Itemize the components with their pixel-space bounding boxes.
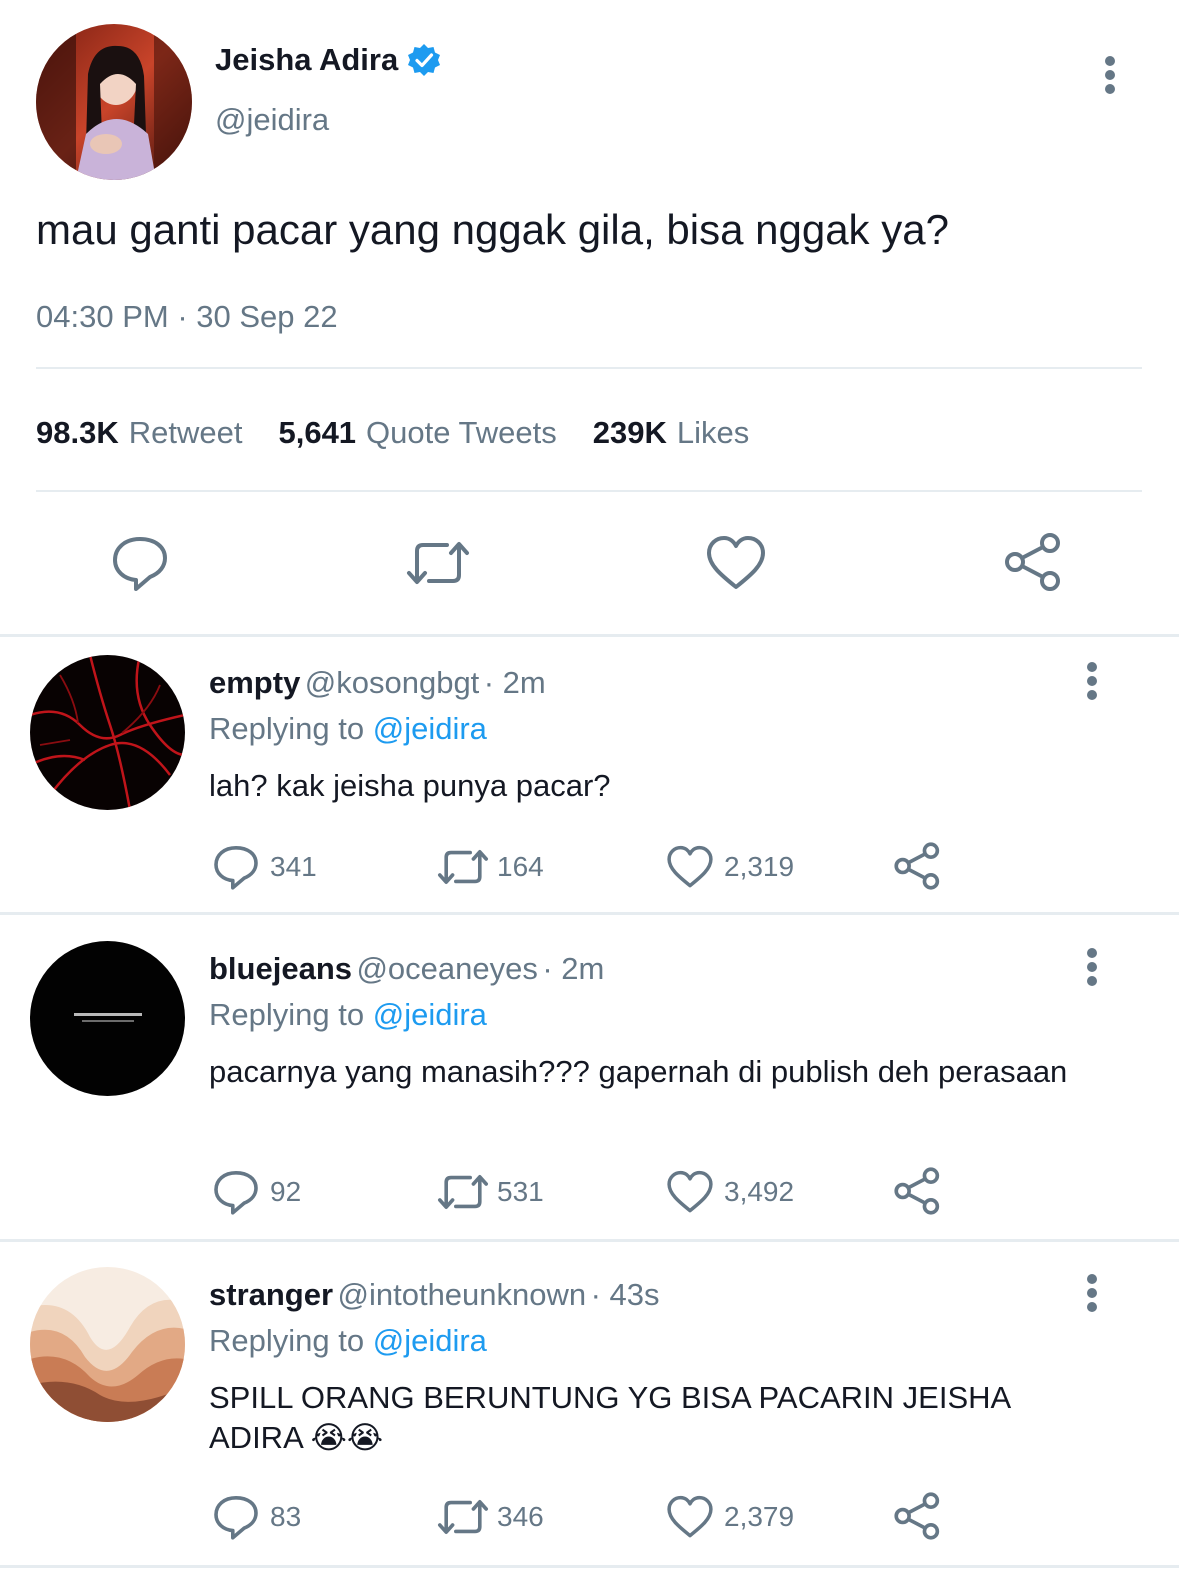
share-icon[interactable]: [1003, 531, 1065, 598]
divider: [36, 490, 1142, 492]
reply-avatar[interactable]: [30, 655, 185, 810]
reply-text: SPILL ORANG BERUNTUNG YG BISA PACARIN JE…: [209, 1380, 1010, 1455]
like-button[interactable]: 2,379: [666, 1493, 794, 1541]
likes-count[interactable]: 239K: [593, 415, 667, 451]
like-count: 2,319: [724, 851, 795, 882]
retweet-icon: [438, 1175, 488, 1209]
like-button[interactable]: 3,492: [666, 1168, 794, 1216]
tweet-stats: 98.3K Retweet 5,641 Quote Tweets 239K Li…: [36, 415, 785, 451]
reply-count: 83: [270, 1501, 302, 1532]
quote-count[interactable]: 5,641: [278, 415, 356, 451]
replying-to-link[interactable]: @jeidira: [373, 711, 487, 746]
replying-to-label: Replying to: [209, 711, 365, 746]
replying-to-label: Replying to: [209, 1323, 365, 1358]
share-button[interactable]: [893, 1491, 943, 1541]
reply-avatar[interactable]: [30, 1267, 185, 1422]
like-button[interactable]: 2,319: [666, 843, 794, 891]
reply-author-name[interactable]: stranger: [209, 1277, 333, 1312]
replying-to-label: Replying to: [209, 997, 365, 1032]
reply-author-name[interactable]: bluejeans: [209, 951, 352, 986]
reply-icon: [214, 1496, 258, 1540]
like-icon: [667, 1495, 713, 1538]
reply-author-name[interactable]: empty: [209, 665, 300, 700]
retweet-icon[interactable]: [403, 533, 473, 598]
reply-button[interactable]: 83: [212, 1493, 301, 1541]
author-handle[interactable]: @jeidira: [215, 102, 329, 138]
share-icon: [894, 1492, 940, 1540]
retweet-button[interactable]: 164: [435, 843, 544, 891]
reply-count: 92: [270, 1176, 302, 1207]
divider: [0, 1239, 1179, 1242]
likes-label[interactable]: Likes: [677, 415, 749, 451]
like-count: 2,379: [724, 1501, 795, 1532]
tweet-time: 04:30 PM: [36, 299, 169, 334]
reply-button[interactable]: 341: [212, 843, 317, 891]
retweet-icon: [438, 850, 488, 884]
quote-label[interactable]: Quote Tweets: [366, 415, 557, 451]
more-options-icon[interactable]: [1086, 1274, 1098, 1312]
retweet-label[interactable]: Retweet: [129, 415, 243, 451]
more-options-icon[interactable]: [1086, 662, 1098, 700]
reply-icon: [214, 846, 258, 890]
reply-button[interactable]: 92: [212, 1168, 301, 1216]
reply-time: · 43s: [590, 1277, 660, 1312]
more-options-icon[interactable]: [1086, 948, 1098, 986]
share-button[interactable]: [893, 841, 943, 891]
tweet-date: 30 Sep 22: [196, 299, 338, 334]
share-icon: [894, 842, 940, 890]
reply-author-handle[interactable]: @kosongbgt: [305, 665, 480, 700]
reply-time: · 2m: [483, 665, 546, 700]
reply-icon: [214, 1171, 258, 1215]
retweet-count: 346: [497, 1501, 544, 1532]
author-avatar[interactable]: [36, 24, 192, 180]
reply-author-handle[interactable]: @intotheunknown: [338, 1277, 587, 1312]
reply-count: 341: [270, 851, 317, 882]
retweet-count[interactable]: 98.3K: [36, 415, 119, 451]
divider: [0, 634, 1179, 637]
reply-icon[interactable]: [110, 533, 170, 598]
retweet-count: 531: [497, 1176, 544, 1207]
retweet-count: 164: [497, 851, 544, 882]
like-icon: [667, 845, 713, 888]
like-icon: [667, 1170, 713, 1213]
reply-text: pacarnya yang manasih??? gapernah di pub…: [209, 1054, 1068, 1089]
retweet-icon: [438, 1500, 488, 1534]
tweet-text: mau ganti pacar yang nggak gila, bisa ng…: [36, 206, 949, 253]
like-count: 3,492: [724, 1176, 795, 1207]
share-icon: [894, 1167, 940, 1215]
retweet-button[interactable]: 531: [435, 1168, 544, 1216]
reply-time: · 2m: [542, 951, 605, 986]
replying-to: Replying to @jeidira: [209, 711, 487, 747]
divider: [0, 912, 1179, 915]
share-button[interactable]: [893, 1166, 943, 1216]
replying-to-link[interactable]: @jeidira: [373, 1323, 487, 1358]
retweet-button[interactable]: 346: [435, 1493, 544, 1541]
tweet-timestamp: 04:30 PM · 30 Sep 22: [36, 299, 338, 335]
replying-to-link[interactable]: @jeidira: [373, 997, 487, 1032]
timestamp-separator: ·: [177, 299, 188, 334]
reply-text: lah? kak jeisha punya pacar?: [209, 768, 611, 803]
like-icon[interactable]: [705, 533, 767, 598]
replying-to: Replying to @jeidira: [209, 997, 487, 1033]
divider: [0, 1565, 1179, 1568]
author-name[interactable]: Jeisha Adira: [215, 42, 398, 78]
more-options-icon[interactable]: [1104, 56, 1116, 94]
reply-author-handle[interactable]: @oceaneyes: [356, 951, 537, 986]
verified-badge-icon: [406, 42, 442, 78]
divider: [36, 367, 1142, 369]
reply-avatar[interactable]: [30, 941, 185, 1096]
replying-to: Replying to @jeidira: [209, 1323, 487, 1359]
